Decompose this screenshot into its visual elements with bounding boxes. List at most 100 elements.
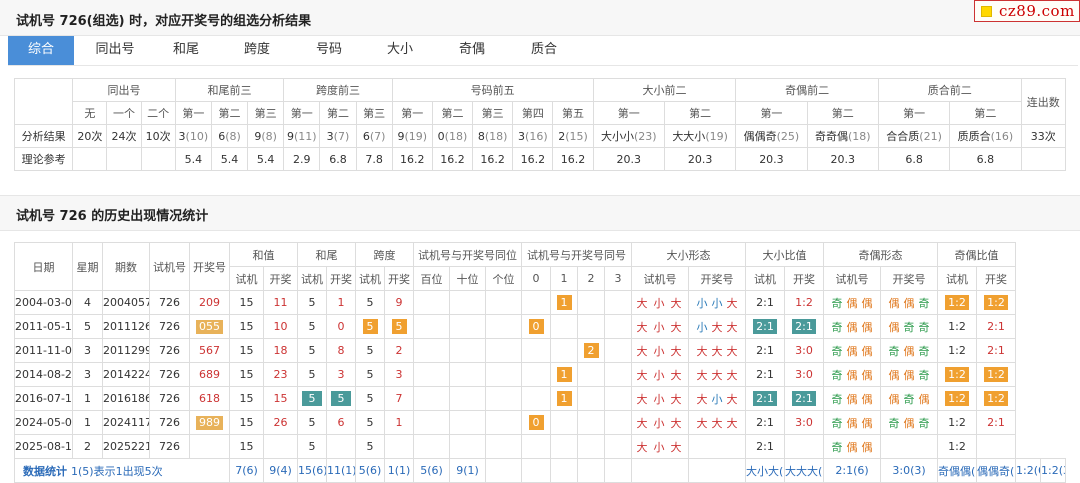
span-draw: 5 [391, 319, 407, 334]
result-cell: 20次 [72, 124, 108, 148]
summary-group-header: 同出号 和尾前三 跨度前三 号码前五 大小前二 奇偶前二 质合前二 连出数 [13, 78, 1067, 125]
parity-pattern-draw: 偶偶奇 [880, 290, 939, 315]
size-ratio: 2:1 [753, 319, 778, 334]
sub-head: 十位 [449, 266, 486, 291]
size-char: 小 [653, 392, 667, 406]
result-value: 8 [477, 129, 485, 143]
sub-head: 3 [604, 266, 633, 291]
size-char: 大 [711, 344, 723, 358]
parity-char: 偶 [918, 392, 930, 406]
date-cell: 2011-05-13 [14, 314, 73, 339]
same-position-cell [484, 434, 523, 459]
table-row: 2004-03-0442004057726209151151591大小大小小大2… [14, 290, 1066, 315]
same-number-cell [604, 362, 633, 387]
size-ratio: 2:1 [756, 368, 774, 381]
parity-char: 偶 [888, 392, 900, 406]
table-row: 2016-07-1112016186726618151555571大小大大小大2… [14, 386, 1066, 411]
tab-bar: 综合 同出号 和尾 跨度 号码 大小 奇偶 质合 [8, 36, 1078, 66]
date-cell: 2011-11-02 [14, 338, 73, 363]
result-count: (16) [525, 129, 548, 143]
summary-result-row: 分析结果 20次 24次 10次 3(10) 6(8) 9(8) 9(11) 3(7) 6(7) 9… [13, 124, 1067, 148]
tab-overview[interactable]: 综合 [8, 36, 74, 65]
same-position-cell [413, 386, 450, 411]
tab-odd-even[interactable]: 奇偶 [439, 36, 505, 65]
parity-pattern-trial: 奇偶偶 [823, 410, 882, 435]
size-char: 大 [636, 440, 650, 454]
theory-cell: 6.8 [949, 147, 1022, 171]
parity-char: 奇 [831, 320, 843, 334]
same-number-cell: 0 [521, 314, 552, 339]
period-cell: 2011299 [102, 338, 150, 363]
result-cell: 3(16) [512, 124, 554, 148]
size-pattern-draw: 大小大 [688, 386, 747, 411]
group-head: 跨度前三 [283, 78, 393, 102]
parity-char: 偶 [903, 368, 915, 382]
size-ratio-draw: 3:0 [784, 362, 825, 387]
same-position-cell [449, 362, 486, 387]
theory-cell: 20.3 [735, 147, 808, 171]
group-head: 连出数 [1020, 78, 1067, 125]
theory-cell: 5.4 [247, 147, 285, 171]
tail-draw-cell: 3 [326, 362, 356, 387]
sum-trial-cell: 15 [229, 434, 264, 459]
result-cell: 大小小(23) [592, 124, 665, 148]
result-count: (8) [261, 129, 277, 143]
size-ratio-draw: 2:1 [784, 314, 825, 339]
size-ratio-draw: 3:0 [784, 410, 825, 435]
size-ratio: 2:1 [792, 319, 817, 334]
period-cell: 2004057 [102, 290, 150, 315]
sum-draw-cell: 11 [263, 290, 298, 315]
same-number-cell [604, 290, 633, 315]
theory-cell [106, 147, 142, 171]
size-char: 小 [653, 344, 667, 358]
draw-number: 055 [196, 319, 223, 334]
tail-draw: 8 [337, 344, 345, 357]
result-cell: 合合质(21) [877, 124, 951, 148]
size-char: 小 [653, 368, 667, 382]
sum-draw-cell: 18 [263, 338, 298, 363]
tab-big-small[interactable]: 大小 [367, 36, 433, 65]
span-trial-cell: 5 [355, 386, 385, 411]
size-ratio: 3:0 [795, 416, 813, 429]
tab-sum-tail[interactable]: 和尾 [153, 36, 219, 65]
span-draw: 9 [395, 296, 403, 309]
span-trial-cell: 5 [355, 338, 385, 363]
span-draw: 3 [395, 368, 403, 381]
parity-ratio: 1:2 [984, 367, 1009, 382]
site-logo[interactable]: cz89.com [974, 0, 1080, 22]
draw-number-cell: 055 [189, 314, 230, 339]
result-count: (19) [404, 129, 428, 143]
same-number-cell: 1 [550, 386, 579, 411]
sub-head: 第一 [735, 101, 808, 125]
same-position-cell [413, 410, 450, 435]
parity-char: 偶 [903, 296, 915, 310]
size-char: 小 [653, 440, 667, 454]
same-position-cell [413, 434, 450, 459]
result-cell: 6(7) [355, 124, 393, 148]
tab-same-number[interactable]: 同出号 [82, 36, 148, 65]
same-number-cell [577, 290, 606, 315]
tab-number[interactable]: 号码 [296, 36, 362, 65]
tab-span[interactable]: 跨度 [224, 36, 290, 65]
same-number-cell [604, 338, 633, 363]
size-char: 大 [726, 296, 738, 310]
size-char: 小 [653, 320, 667, 334]
size-char: 大 [636, 296, 650, 310]
parity-ratio: 2:1 [987, 416, 1005, 429]
result-cell: 偶偶奇(25) [735, 124, 808, 148]
draw-number: 689 [199, 368, 220, 381]
head-week: 星期 [72, 242, 103, 291]
tab-prime-composite[interactable]: 质合 [511, 36, 577, 65]
same-number-mark: 1 [556, 391, 572, 406]
tail-trial-cell: 5 [297, 410, 327, 435]
parity-char: 偶 [861, 392, 873, 406]
parity-ratio-trial: 1:2 [937, 434, 978, 459]
corner-cell [13, 78, 74, 125]
sub-head: 开奖 [326, 266, 356, 291]
size-pattern-trial: 大小大 [631, 434, 690, 459]
same-number-mark: 2 [583, 343, 599, 358]
span-trial: 5 [366, 416, 374, 429]
span-draw-cell: 5 [384, 314, 414, 339]
parity-ratio: 1:2 [948, 344, 966, 357]
stats-label[interactable]: 数据统计 [23, 465, 67, 478]
